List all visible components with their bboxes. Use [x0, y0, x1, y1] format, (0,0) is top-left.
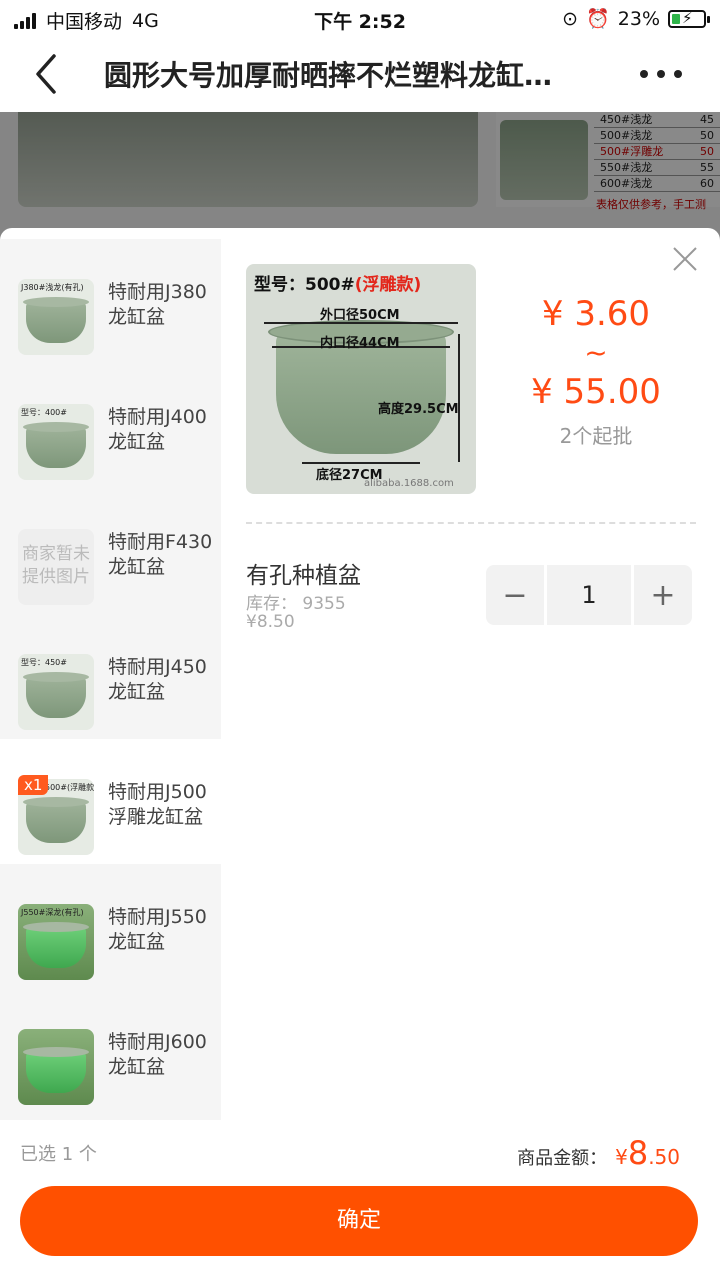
quantity-stepper: − 1 +: [486, 565, 692, 625]
pot-shape: [26, 926, 86, 968]
option-stock: 库存： 9355: [246, 594, 346, 614]
sku-item[interactable]: J550#深龙(有孔) 特耐用J550龙缸盆: [0, 864, 221, 989]
sku-name: 特耐用J400龙缸盆: [108, 406, 207, 453]
inner-diameter-label: 内口径44CM: [320, 336, 400, 351]
minimum-order: 2个起批: [559, 424, 633, 448]
no-image-placeholder: 商家暂未提供图片: [22, 544, 90, 587]
status-right: ⊙ ⏰ 23% ⚡: [562, 7, 710, 30]
price-block: ¥ 3.60 ~ ¥ 55.00 2个起批: [496, 292, 696, 449]
close-button[interactable]: [670, 244, 700, 274]
pot-rim: [23, 297, 89, 307]
total-integer: 8: [627, 1134, 649, 1172]
sku-selector-sheet: J380#浅龙(有孔) 特耐用J380龙缸盆型号：400# 特耐用J400龙缸盆商家…: [0, 228, 720, 1280]
sku-name: 特耐用J450龙缸盆: [108, 656, 207, 703]
sku-list: J380#浅龙(有孔) 特耐用J380龙缸盆型号：400# 特耐用J400龙缸盆商家…: [0, 239, 221, 1120]
pot-rim: [23, 672, 89, 682]
sku-item[interactable]: J380#浅龙(有孔) 特耐用J380龙缸盆: [0, 239, 221, 364]
pot-shape: [26, 426, 86, 468]
image-title: 型号：500#(浮雕款): [254, 275, 422, 295]
price-low: ¥ 3.60: [541, 294, 651, 334]
sku-thumbnail: J380#浅龙(有孔): [18, 279, 94, 355]
thumbnail-caption: J380#浅龙(有孔): [21, 283, 84, 292]
alarm-icon: ⏰: [586, 8, 610, 30]
total-label: 商品金额：: [517, 1148, 608, 1169]
thumbnail-caption: 型号：400#: [21, 408, 67, 417]
divider: [246, 522, 696, 524]
sku-thumbnail: J550#深龙(有孔): [18, 904, 94, 980]
total-currency: ¥: [615, 1145, 628, 1169]
sku-thumbnail: 型号：400#: [18, 404, 94, 480]
sku-item[interactable]: 型号：450# 特耐用J450龙缸盆: [0, 614, 221, 739]
chevron-left-icon: [36, 54, 56, 94]
more-dots-icon: [640, 70, 648, 78]
battery-percent: 23%: [617, 7, 660, 30]
sku-thumbnail: 商家暂未提供图片: [18, 529, 94, 605]
pot-rim: [23, 922, 89, 932]
option-name: 有孔种植盆: [246, 563, 361, 589]
outer-diameter-label: 外口径50CM: [320, 308, 400, 323]
pot-shape: [26, 801, 86, 843]
nav-bar: 圆形大号加厚耐晒摔不烂塑料龙缸…: [0, 36, 720, 112]
page-title: 圆形大号加厚耐晒摔不烂塑料龙缸…: [104, 59, 553, 92]
pot-rim: [23, 1047, 89, 1057]
price-high: ¥ 55.00: [531, 372, 661, 412]
increase-button[interactable]: +: [634, 565, 692, 625]
total-decimal: .50: [648, 1145, 680, 1169]
sku-thumbnail: [18, 1029, 94, 1105]
sku-item[interactable]: 型号：400# 特耐用J400龙缸盆: [0, 364, 221, 489]
thumbnail-caption: J550#深龙(有孔): [21, 908, 84, 917]
price-separator: ~: [584, 336, 608, 369]
height-label: 高度29.5CM: [378, 402, 459, 417]
pot-rim: [23, 422, 89, 432]
thumbnail-caption: 型号：450#: [21, 658, 67, 667]
option-price: ¥8.50: [246, 612, 295, 632]
status-bar: 中国移动 4G 下午 2:52 ⊙ ⏰ 23% ⚡: [0, 0, 720, 36]
sku-name: 特耐用J600龙缸盆: [108, 1031, 207, 1078]
quantity-badge: x1: [18, 775, 49, 795]
more-button[interactable]: [640, 70, 682, 78]
close-icon: [673, 247, 697, 271]
back-button[interactable]: [28, 52, 64, 96]
sku-name: 特耐用J550龙缸盆: [108, 906, 207, 953]
sku-name: 特耐用F430龙缸盆: [108, 531, 213, 578]
quantity-value[interactable]: 1: [547, 565, 631, 625]
sku-name: 特耐用J500浮雕龙缸盆: [108, 781, 207, 828]
pot-shape: [26, 1051, 86, 1093]
sku-item[interactable]: 型号：500#(浮雕款) x1 特耐用J500浮雕龙缸盆: [0, 739, 221, 864]
decrease-button[interactable]: −: [486, 565, 544, 625]
pot-shape: [26, 301, 86, 343]
sku-item[interactable]: 商家暂未提供图片 特耐用F430龙缸盆: [0, 489, 221, 614]
rotation-lock-icon: ⊙: [562, 7, 579, 30]
battery-icon: ⚡: [668, 9, 710, 28]
watermark: alibaba.1688.com: [364, 478, 454, 489]
selected-count: 已选 1 个: [20, 1144, 97, 1165]
sku-item[interactable]: 特耐用J600龙缸盆: [0, 989, 221, 1114]
total-amount: 商品金额： ¥ 8 .50: [517, 1134, 680, 1172]
pot-rim: [23, 797, 89, 807]
sku-thumbnail: 型号：450#: [18, 654, 94, 730]
pot-shape: [26, 676, 86, 718]
sku-name: 特耐用J380龙缸盆: [108, 281, 207, 328]
product-image[interactable]: 型号：500#(浮雕款) 外口径50CM 内口径44CM 高度29.5CM 底径…: [246, 264, 476, 494]
confirm-button[interactable]: 确定: [20, 1186, 698, 1256]
